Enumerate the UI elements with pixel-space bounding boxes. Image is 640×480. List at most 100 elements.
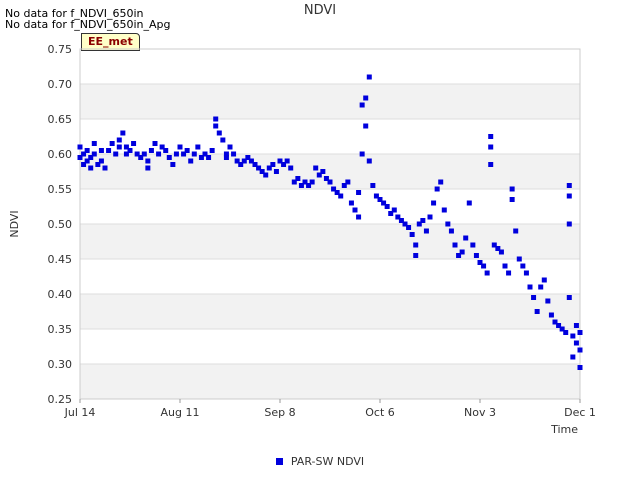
data-point [438,179,444,185]
data-point [109,141,115,146]
y-tick-label: 0.25 [48,393,73,406]
data-point [506,270,512,276]
data-point [356,190,362,195]
data-point [348,200,354,206]
data-point [573,340,579,346]
data-point [366,158,372,164]
y-axis: 0.25 0.30 0.35 0.40 0.45 0.50 0.55 0.60 0.65 0.70… [48,43,73,406]
x-tick-label: Jul 14 [64,406,96,419]
data-point [102,165,108,171]
data-point [427,214,433,220]
data-point [352,207,358,213]
data-point [363,123,369,129]
data-point [534,309,540,314]
data-point [156,151,162,157]
data-point [488,162,494,167]
data-point [220,137,226,143]
y-axis-label: NDVI [8,210,21,237]
data-point [98,148,104,153]
data-point [481,263,487,269]
x-tick-label: Nov 3 [464,406,496,419]
data-point [327,179,333,185]
data-point [91,141,97,146]
data-point [484,270,490,276]
plot-band [80,294,580,329]
data-point [295,176,301,181]
data-point [470,242,476,248]
data-point [163,148,169,153]
data-point [570,333,576,339]
data-point [184,148,190,153]
data-point [473,253,479,258]
data-point [570,354,576,360]
data-point [445,221,451,227]
data-point [284,158,290,164]
plot-bands [80,84,580,399]
data-point [216,130,222,136]
data-point [409,232,415,237]
data-point [498,249,504,255]
data-point [384,204,390,209]
data-point [566,221,572,227]
data-point [548,312,554,318]
data-point [363,95,369,101]
data-point [531,295,537,300]
y-tick-label: 0.55 [48,183,73,196]
data-point [166,155,172,160]
data-point [577,330,583,335]
data-point [209,148,215,153]
y-tick-label: 0.60 [48,148,73,161]
plot-band [80,364,580,399]
data-point [152,141,158,146]
data-point [170,162,176,167]
data-point [434,186,440,192]
data-point [116,144,122,150]
data-point [516,256,522,262]
x-axis: Jul 14 Aug 11 Sep 8 Oct 6 Nov 3 Dec 1 [64,399,596,419]
data-point [120,130,126,136]
data-point [288,165,294,171]
data-point [356,214,362,220]
data-point [206,155,212,160]
data-point [520,263,526,269]
data-point [84,148,90,153]
data-point [563,330,569,335]
data-point [391,207,397,213]
data-point [538,284,544,290]
data-point [77,144,83,150]
data-point [113,151,119,157]
plot-band [80,224,580,259]
data-point [338,193,344,199]
data-point [127,148,133,153]
legend-label: PAR-SW NDVI [290,455,365,468]
data-point [231,151,237,157]
data-point [420,218,426,223]
data-point [523,270,529,276]
data-point [466,200,472,206]
data-point [273,169,279,174]
x-tick-label: Oct 6 [365,406,395,419]
y-tick-label: 0.30 [48,358,73,371]
data-point [177,144,183,150]
legend-swatch [275,458,283,465]
data-point [406,225,412,230]
y-tick-label: 0.70 [48,78,73,91]
data-point [270,162,276,167]
data-point [145,165,151,171]
data-point [223,155,229,160]
data-point [227,144,233,150]
data-point [413,242,419,248]
y-tick-label: 0.75 [48,43,73,56]
data-point [459,249,465,255]
data-point [116,137,122,143]
data-point [359,151,365,157]
x-tick-label: Dec 1 [564,406,596,419]
data-point [173,151,179,157]
data-point [513,228,519,234]
data-point [566,183,572,188]
data-point [423,228,429,234]
data-point [577,347,583,353]
data-point [488,134,494,139]
data-point [448,228,454,234]
data-point [106,148,112,153]
